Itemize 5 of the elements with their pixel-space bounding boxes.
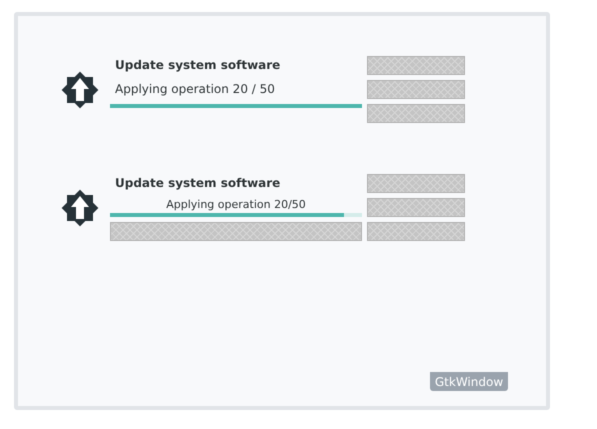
task-title: Update system software: [114, 57, 282, 74]
window-label: GtkWindow: [430, 372, 508, 391]
status-text: Applying operation 20 / 50: [114, 81, 276, 98]
status-text: Applying operation 20/50: [166, 198, 306, 211]
task-title: Update system software: [114, 175, 282, 192]
